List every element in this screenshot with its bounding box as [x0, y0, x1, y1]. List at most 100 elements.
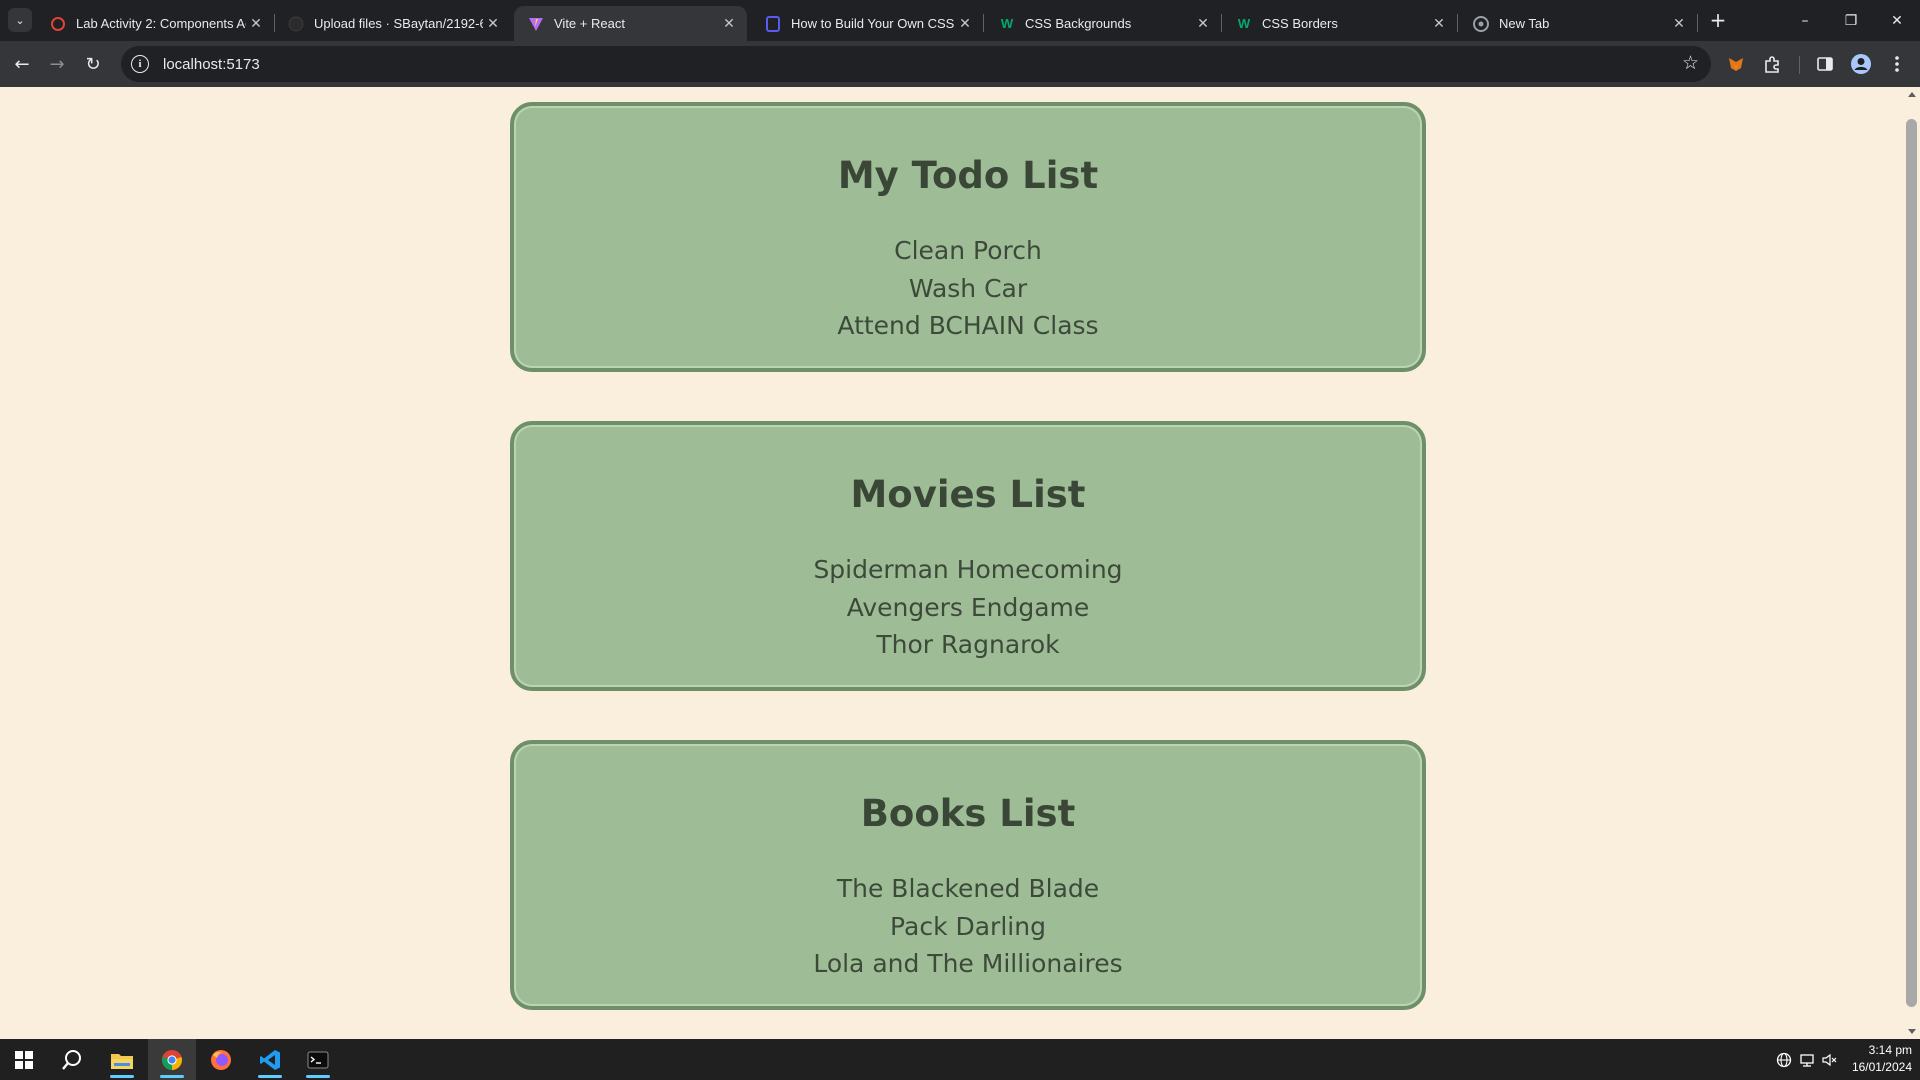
list-item: Wash Car: [908, 273, 1028, 303]
tab-title: How to Build Your Own CSS Gri: [791, 16, 955, 31]
close-icon[interactable]: ✕: [955, 14, 975, 34]
terminal-icon: [307, 1051, 329, 1068]
scroll-down-arrow-icon[interactable]: [1908, 1029, 1916, 1034]
browser-menu-icon[interactable]: [1884, 51, 1910, 77]
card-item-list: Spiderman Homecoming Avengers Endgame Th…: [514, 551, 1422, 664]
url-text[interactable]: localhost:5173: [163, 56, 260, 73]
close-icon[interactable]: ✕: [483, 14, 503, 34]
tab-separator: [1457, 14, 1458, 32]
side-panel-icon[interactable]: [1812, 51, 1838, 77]
github-icon: [288, 16, 304, 32]
course-site-icon: [50, 16, 66, 32]
scroll-thumb[interactable]: [1906, 119, 1917, 1007]
tab-title: Upload files · SBaytan/2192-6B: [314, 16, 483, 31]
scroll-up-arrow-icon[interactable]: [1908, 92, 1916, 97]
list-item: Pack Darling: [890, 911, 1046, 941]
bookmark-star-icon[interactable]: ☆: [1682, 52, 1699, 74]
firefox-icon: [211, 1049, 231, 1070]
card-title: My Todo List: [837, 154, 1099, 197]
close-icon[interactable]: ✕: [1429, 14, 1449, 34]
list-item: The Blackened Blade: [836, 874, 1100, 903]
tab-title: Vite + React: [554, 16, 625, 31]
w3schools-icon: W: [1000, 16, 1014, 31]
network-globe-icon[interactable]: [1775, 1051, 1793, 1069]
books-list-card: Books List The Blackened Blade Pack Darl…: [510, 740, 1426, 1010]
tab-css-backgrounds[interactable]: W CSS Backgrounds ✕: [985, 6, 1222, 41]
tab-title: CSS Borders: [1262, 16, 1338, 31]
taskbar-search-button[interactable]: [48, 1039, 96, 1080]
tab-css-grid-article[interactable]: How to Build Your Own CSS Gri ✕: [751, 6, 984, 41]
ethernet-icon[interactable]: [1798, 1051, 1816, 1069]
reload-button[interactable]: ↻: [79, 50, 107, 78]
vscode-icon: [260, 1049, 280, 1070]
taskbar-terminal[interactable]: [294, 1039, 342, 1080]
arrow-left-icon: ←: [14, 53, 30, 75]
extensions-puzzle-icon[interactable]: [1759, 51, 1785, 77]
card-item-list: The Blackened Blade Pack Darling Lola an…: [514, 870, 1422, 983]
tab-title: Lab Activity 2: Components Act: [76, 16, 246, 31]
minimize-button[interactable]: –: [1782, 0, 1828, 41]
taskbar-vscode[interactable]: [246, 1039, 294, 1080]
tab-separator: [1697, 14, 1698, 32]
card-item-list: Clean Porch Wash Car Attend BCHAIN Class: [514, 232, 1422, 345]
start-icon: [15, 1050, 33, 1069]
list-item: Thor Ragnarok: [876, 630, 1060, 659]
vite-icon: [528, 16, 544, 32]
site-info-icon[interactable]: i: [131, 55, 149, 73]
chrome-icon: [162, 1049, 182, 1070]
list-item: Spiderman Homecoming: [813, 555, 1123, 584]
volume-muted-icon[interactable]: [1820, 1051, 1838, 1069]
close-icon[interactable]: ✕: [1669, 14, 1689, 34]
close-icon[interactable]: ✕: [246, 14, 266, 34]
minimize-icon: –: [1801, 12, 1809, 29]
list-item: Avengers Endgame: [846, 592, 1090, 622]
browser-toolbar: ← → ↻ i localhost:5173 ☆: [0, 41, 1920, 87]
file-explorer-icon: [111, 1053, 133, 1069]
article-site-icon: [765, 15, 781, 32]
restore-icon: ❐: [1844, 12, 1858, 29]
address-bar[interactable]: i localhost:5173 ☆: [121, 46, 1711, 82]
tab-title: New Tab: [1499, 16, 1550, 31]
toolbar-separator: [1799, 56, 1800, 74]
card-title: Movies List: [850, 473, 1086, 516]
close-icon[interactable]: ✕: [1193, 14, 1213, 34]
list-item: Clean Porch: [894, 236, 1042, 265]
system-clock[interactable]: 3:14 pm 16/01/2024: [1838, 1042, 1912, 1076]
search-icon: [62, 1049, 81, 1070]
tab-lab-activity[interactable]: Lab Activity 2: Components Act ✕: [36, 6, 275, 41]
taskbar-chrome[interactable]: [148, 1039, 196, 1080]
restore-button[interactable]: ❐: [1828, 0, 1874, 41]
close-icon: ✕: [1891, 12, 1903, 29]
movies-list-card: Movies List Spiderman Homecoming Avenger…: [510, 421, 1426, 691]
arrow-right-icon: →: [49, 53, 65, 75]
tab-separator: [983, 14, 984, 32]
start-button[interactable]: [0, 1039, 48, 1080]
metamask-extension-icon[interactable]: [1723, 51, 1749, 77]
vertical-scrollbar[interactable]: [1904, 87, 1920, 1039]
todo-list-card: My Todo List Clean Porch Wash Car Attend…: [510, 102, 1426, 372]
tab-new-tab[interactable]: New Tab ✕: [1459, 6, 1698, 41]
tab-css-borders[interactable]: W CSS Borders ✕: [1222, 6, 1458, 41]
tab-title: CSS Backgrounds: [1025, 16, 1132, 31]
forward-button[interactable]: →: [43, 50, 71, 78]
list-item: Attend BCHAIN Class: [837, 311, 1099, 340]
close-icon[interactable]: ✕: [719, 14, 739, 34]
chevron-down-icon: ⌄: [15, 13, 25, 27]
windows-taskbar: 3:14 pm 16/01/2024: [0, 1039, 1920, 1080]
card-title: Books List: [860, 792, 1076, 835]
plus-icon: +: [1709, 8, 1727, 32]
tab-strip: ⌄ Lab Activity 2: Components Act ✕ Uploa…: [0, 0, 1920, 41]
tab-search-button[interactable]: ⌄: [8, 8, 32, 32]
taskbar-firefox[interactable]: [197, 1039, 245, 1080]
list-item: Lola and The Millionaires: [813, 949, 1123, 978]
reload-icon: ↻: [85, 53, 101, 75]
tab-github-upload[interactable]: Upload files · SBaytan/2192-6B ✕: [274, 6, 511, 41]
profile-avatar-icon[interactable]: [1848, 51, 1874, 77]
new-tab-button[interactable]: +: [1704, 8, 1732, 32]
back-button[interactable]: ←: [8, 50, 36, 78]
window-close-button[interactable]: ✕: [1874, 0, 1920, 41]
clock-time: 3:14 pm: [1868, 1043, 1912, 1057]
tab-vite-react[interactable]: Vite + React ✕: [514, 6, 747, 41]
taskbar-file-explorer[interactable]: [98, 1039, 146, 1080]
page-viewport: My Todo List Clean Porch Wash Car Attend…: [0, 87, 1904, 1039]
